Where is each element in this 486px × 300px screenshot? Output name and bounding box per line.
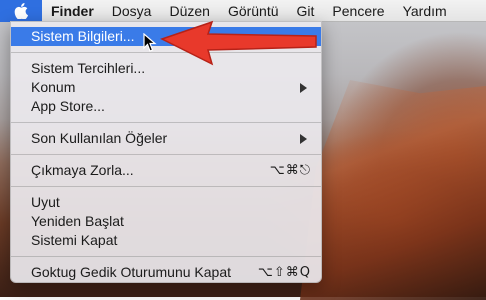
menu-item-label: Sistem Bilgileri... <box>31 28 135 44</box>
menubar-pencere[interactable]: Pencere <box>323 0 393 22</box>
menu-separator <box>11 122 321 123</box>
menu-item-label: Sistemi Kapat <box>31 232 118 248</box>
menubar-yardim[interactable]: Yardım <box>394 0 456 22</box>
mouse-cursor-icon <box>143 33 157 52</box>
submenu-arrow-icon <box>300 82 307 93</box>
menu-item-son-kullanilan-ogeler[interactable]: Son Kullanılan Öğeler <box>11 129 321 148</box>
menu-item-label: Uyut <box>31 194 60 210</box>
menu-item-label: App Store... <box>31 98 105 114</box>
submenu-arrow-icon <box>300 133 307 144</box>
menu-separator <box>11 154 321 155</box>
keyboard-shortcut: ⌥⌘⎋ <box>269 163 311 178</box>
menu-bar: Finder Dosya Düzen Görüntü Git Pencere Y… <box>0 0 486 22</box>
menubar-dosya[interactable]: Dosya <box>103 0 161 22</box>
menu-item-label: Sistem Tercihleri... <box>31 60 146 76</box>
menu-item-label: Konum <box>31 79 76 95</box>
menu-separator <box>11 256 321 257</box>
menu-item-cikmaya-zorla[interactable]: Çıkmaya Zorla... ⌥⌘⎋ <box>11 161 321 180</box>
menu-separator <box>11 186 321 187</box>
menu-item-label: Goktug Gedik Oturumunu Kapat <box>31 264 231 280</box>
menu-item-yeniden-baslat[interactable]: Yeniden Başlat <box>11 212 321 231</box>
menu-item-label: Çıkmaya Zorla... <box>31 162 134 178</box>
menu-item-uyut[interactable]: Uyut <box>11 193 321 212</box>
apple-menu-button[interactable] <box>0 0 42 22</box>
menu-item-konum[interactable]: Konum <box>11 78 321 97</box>
menu-item-oturumu-kapat[interactable]: Goktug Gedik Oturumunu Kapat ⌥⇧⌘Q <box>11 263 321 282</box>
red-annotation-arrow-icon <box>160 20 317 66</box>
menubar-finder[interactable]: Finder <box>42 0 103 22</box>
menubar-goruntu[interactable]: Görüntü <box>219 0 288 22</box>
menubar-git[interactable]: Git <box>288 0 324 22</box>
keyboard-shortcut: ⌥⇧⌘Q <box>257 265 311 280</box>
menubar-duzen[interactable]: Düzen <box>160 0 218 22</box>
menu-item-label: Son Kullanılan Öğeler <box>31 130 168 146</box>
menu-item-app-store[interactable]: App Store... <box>11 97 321 116</box>
apple-logo-icon <box>14 2 28 19</box>
menu-item-label: Yeniden Başlat <box>31 213 124 229</box>
cliff-wallpaper-detail <box>300 80 486 300</box>
menu-item-sistemi-kapat[interactable]: Sistemi Kapat <box>11 231 321 250</box>
